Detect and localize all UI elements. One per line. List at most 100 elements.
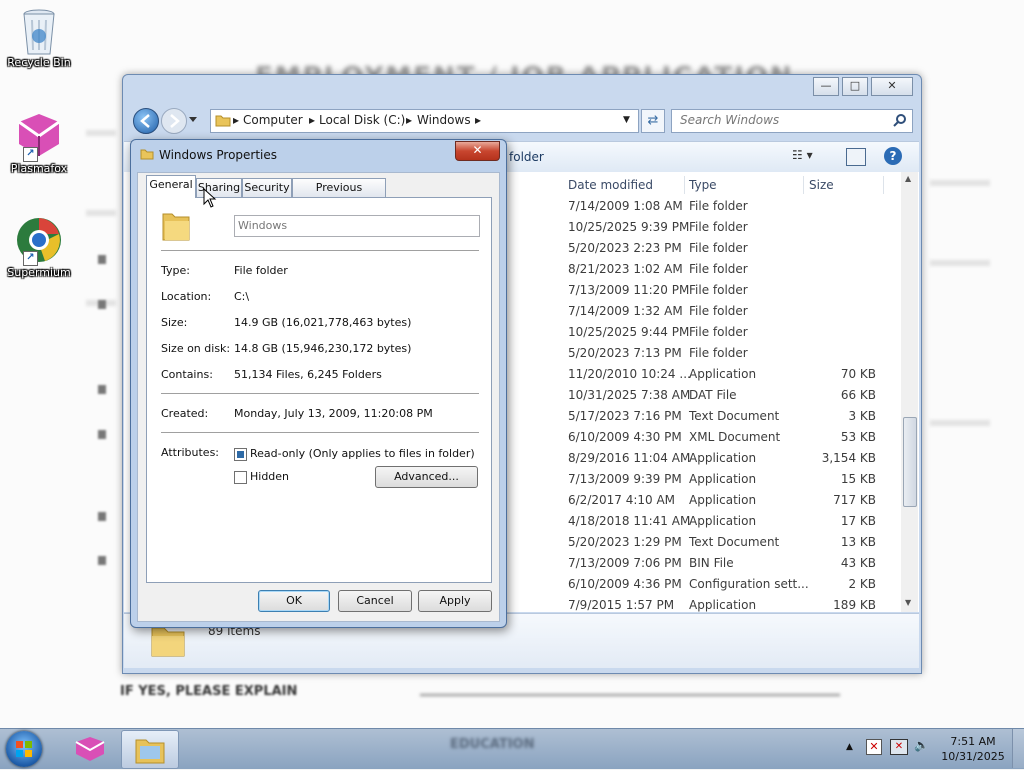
address-bar[interactable]: ▸ Computer ▸ Local Disk (C:) ▸ Windows ▸…	[210, 109, 639, 133]
taskbar-plasmafox-button[interactable]	[62, 730, 118, 767]
file-date-cell: 5/17/2023 7:16 PM	[568, 409, 682, 423]
attributes-label: Attributes:	[161, 446, 220, 459]
desktop-icon-label: Supermium	[7, 266, 71, 279]
tab-previous-versions[interactable]: Previous Versions	[292, 178, 386, 212]
file-size-cell: 15 KB	[840, 472, 876, 486]
file-type-cell: Text Document	[689, 409, 780, 423]
file-date-cell: 5/20/2023 2:23 PM	[568, 241, 682, 255]
file-date-cell: 8/21/2023 1:02 AM	[568, 262, 683, 276]
shortcut-arrow-icon: ↗	[23, 147, 38, 162]
taskbar: EDUCATION ▲ ✕ ✕ 🔈 7:51 AM 10/31/2025	[0, 728, 1024, 769]
close-window-button[interactable]: ✕	[871, 77, 913, 96]
supermium-icon: ↗	[15, 216, 63, 266]
advanced-button[interactable]: Advanced...	[375, 466, 478, 488]
hidden-checkbox[interactable]	[234, 471, 247, 484]
desktop-icon-plasmafox[interactable]: ↗ Plasmafox	[4, 112, 74, 175]
recycle-bin-icon	[15, 6, 63, 55]
type-value: File folder	[234, 264, 288, 277]
taskbar-center-text: EDUCATION	[450, 737, 535, 752]
maximize-button[interactable]: □	[842, 77, 868, 96]
desktop-icon-recycle-bin[interactable]: Recycle Bin	[4, 6, 74, 69]
file-date-cell: 11/20/2010 10:24 ...	[568, 367, 691, 381]
taskbar-explorer-button[interactable]	[121, 730, 179, 769]
file-type-cell: Application	[689, 472, 757, 486]
scroll-up-arrow-icon[interactable]: ▲	[905, 174, 911, 183]
search-placeholder: Search Windows	[680, 113, 780, 127]
wallpaper-footer-text: IF YES, PLEASE EXPLAIN	[120, 684, 298, 699]
file-date-cell: 10/25/2025 9:44 PM	[568, 325, 690, 339]
preview-pane-button[interactable]	[846, 148, 866, 166]
file-date-cell: 10/25/2025 9:39 PM	[568, 220, 690, 234]
file-type-cell: Application	[689, 493, 757, 507]
file-size-cell: 717 KB	[833, 493, 876, 507]
readonly-checkbox-label[interactable]: Read-only (Only applies to files in fold…	[250, 447, 475, 460]
breadcrumb-computer[interactable]: Computer	[243, 113, 303, 127]
hidden-checkbox-label[interactable]: Hidden	[250, 470, 289, 483]
file-date-cell: 6/10/2009 4:36 PM	[568, 577, 682, 591]
show-desktop-button[interactable]	[1012, 729, 1024, 768]
apply-button[interactable]: Apply	[418, 590, 492, 612]
back-button[interactable]	[133, 108, 159, 134]
help-button[interactable]: ?	[884, 147, 902, 165]
cancel-button[interactable]: Cancel	[338, 590, 412, 612]
properties-dialog: Windows Properties ✕ General Sharing Sec…	[130, 139, 507, 628]
size-on-disk-value: 14.8 GB (15,946,230,172 bytes)	[234, 342, 412, 355]
file-date-cell: 7/9/2015 1:57 PM	[568, 598, 675, 612]
plasmafox-icon	[75, 737, 105, 761]
volume-muted-icon[interactable]: 🔈	[914, 738, 932, 754]
address-dropdown-icon[interactable]: ▼	[623, 115, 630, 125]
file-date-cell: 5/20/2023 7:13 PM	[568, 346, 682, 360]
file-date-cell: 6/10/2009 4:30 PM	[568, 430, 682, 444]
ok-button[interactable]: OK	[258, 590, 330, 612]
scroll-down-arrow-icon[interactable]: ▼	[905, 598, 911, 607]
file-type-cell: File folder	[689, 241, 748, 255]
file-type-cell: File folder	[689, 283, 748, 297]
arrow-left-icon	[140, 114, 150, 128]
forward-button[interactable]	[161, 108, 187, 134]
file-type-cell: Application	[689, 367, 757, 381]
refresh-button[interactable]: ⇄	[641, 109, 665, 133]
column-header-type[interactable]: Type	[689, 178, 717, 192]
file-date-cell: 4/18/2018 11:41 AM	[568, 514, 691, 528]
breadcrumb-local-disk[interactable]: Local Disk (C:)	[319, 113, 405, 127]
clock-date: 10/31/2025	[941, 750, 1005, 763]
file-date-cell: 7/14/2009 1:08 AM	[568, 199, 683, 213]
file-type-cell: DAT File	[689, 388, 737, 402]
file-type-cell: File folder	[689, 346, 748, 360]
breadcrumb-windows[interactable]: Windows	[417, 113, 471, 127]
clock[interactable]: 7:51 AM 10/31/2025	[938, 734, 1008, 764]
scrollbar-thumb[interactable]	[903, 417, 917, 507]
column-header-date[interactable]: Date modified	[568, 178, 653, 192]
view-options-button[interactable]: ☷ ▾	[792, 148, 830, 166]
folder-icon	[215, 115, 231, 127]
tab-security[interactable]: Security	[242, 178, 292, 197]
vertical-scrollbar[interactable]: ▲ ▼	[901, 172, 918, 612]
show-hidden-icons-button[interactable]: ▲	[846, 742, 853, 752]
recent-pages-dropdown[interactable]	[189, 117, 197, 122]
desktop-icon-supermium[interactable]: ↗ Supermium	[4, 216, 74, 279]
folder-name-input[interactable]: Windows	[234, 215, 480, 237]
file-type-cell: Configuration sett...	[689, 577, 809, 591]
file-size-cell: 53 KB	[840, 430, 876, 444]
file-type-cell: BIN File	[689, 556, 734, 570]
file-type-cell: XML Document	[689, 430, 781, 444]
file-size-cell: 66 KB	[840, 388, 876, 402]
created-label: Created:	[161, 407, 209, 420]
location-label: Location:	[161, 290, 212, 303]
dialog-close-button[interactable]: ✕	[455, 141, 500, 161]
contains-label: Contains:	[161, 368, 213, 381]
search-input[interactable]: Search Windows	[671, 109, 913, 133]
network-icon[interactable]: ✕	[890, 739, 908, 755]
file-type-cell: Text Document	[689, 535, 780, 549]
clock-time: 7:51 AM	[950, 735, 996, 748]
column-header-size[interactable]: Size	[809, 178, 834, 192]
minimize-button[interactable]: —	[813, 77, 839, 96]
action-center-icon[interactable]: ✕	[866, 739, 882, 755]
arrow-right-icon	[170, 114, 180, 128]
readonly-checkbox[interactable]	[234, 448, 247, 461]
tab-general[interactable]: General	[146, 175, 196, 198]
size-label: Size:	[161, 316, 188, 329]
file-size-cell: 70 KB	[840, 367, 876, 381]
start-button[interactable]	[6, 731, 42, 767]
file-size-cell: 189 KB	[833, 598, 876, 612]
